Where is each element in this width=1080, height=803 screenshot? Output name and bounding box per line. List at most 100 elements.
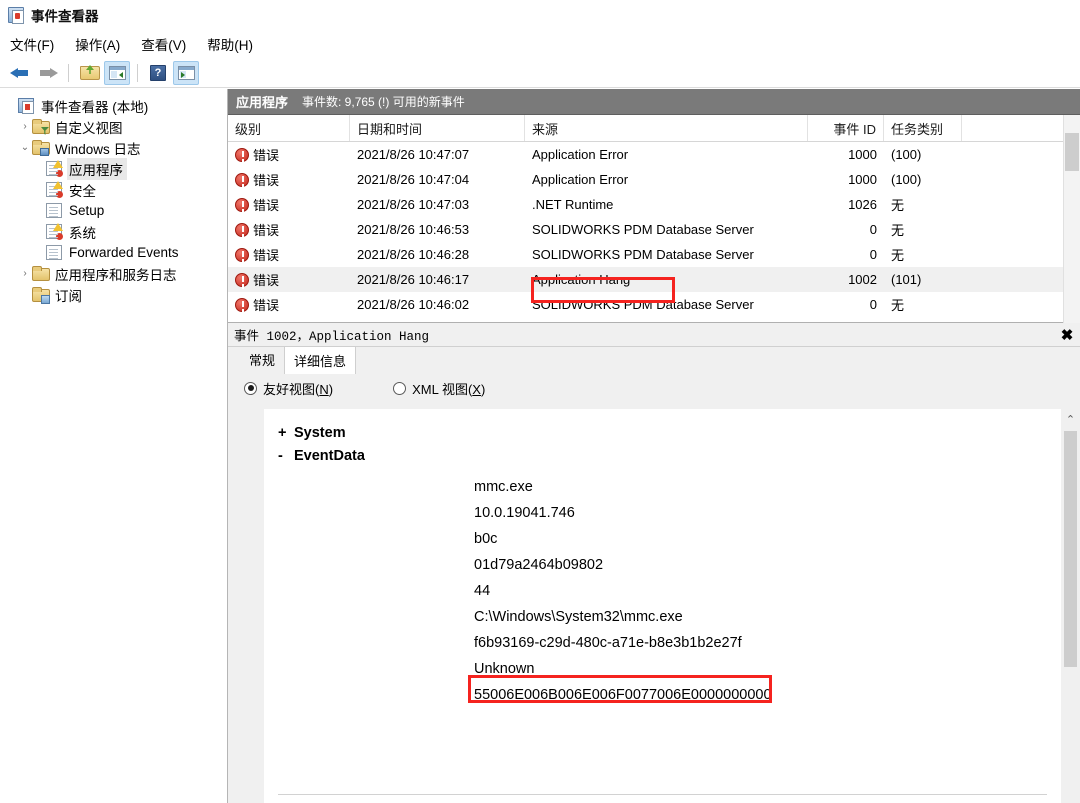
cell-level: 错误 [228, 245, 350, 264]
table-row[interactable]: 错误 2021/8/26 10:47:07 Application Error … [228, 142, 1080, 167]
radio-button-icon[interactable] [393, 382, 406, 395]
collapse-minus-icon[interactable]: - [278, 448, 294, 464]
table-row[interactable]: 错误 2021/8/26 10:46:28 SOLIDWORKS PDM Dat… [228, 242, 1080, 267]
cell-event-id: 1000 [808, 147, 884, 162]
detail-node-system[interactable]: + System [278, 425, 1051, 441]
level-text: 错误 [253, 295, 279, 314]
tree-item-windows-logs[interactable]: ⌄ Windows 日志 [0, 137, 227, 158]
cell-source: SOLIDWORKS PDM Database Server [525, 222, 808, 237]
column-header-task-category[interactable]: 任务类别 [884, 115, 962, 141]
tree-item-security[interactable]: 安全 [0, 179, 227, 200]
column-header-level[interactable]: 级别 [228, 115, 350, 141]
cell-datetime: 2021/8/26 10:46:28 [350, 247, 525, 262]
radio-friendly-view[interactable]: 友好视图(N) [244, 379, 333, 398]
cell-source: Application Error [525, 147, 808, 162]
column-header-source[interactable]: 来源 [525, 115, 808, 141]
cell-task-category: (101) [884, 272, 962, 287]
center-pane: 应用程序 事件数: 9,765 (!) 可用的新事件 级别 日期和时间 来源 事… [228, 89, 1080, 803]
column-header-datetime[interactable]: 日期和时间 [350, 115, 525, 141]
detail-node-eventdata[interactable]: - EventData [278, 448, 1051, 464]
event-list-rows[interactable]: 错误 2021/8/26 10:47:07 Application Error … [228, 142, 1080, 322]
window-title-bar: 事件查看器 [0, 0, 1080, 30]
tree-item-event-viewer-root[interactable]: 事件查看器 (本地) [0, 95, 227, 116]
cell-datetime: 2021/8/26 10:47:03 [350, 197, 525, 212]
chevron-right-icon[interactable]: › [18, 268, 32, 279]
error-icon [235, 198, 249, 212]
scrollbar-thumb[interactable] [1064, 431, 1077, 667]
view-mode-options: 友好视图(N) XML 视图(X) [228, 373, 1080, 403]
help-button[interactable]: ? [145, 61, 171, 85]
cell-datetime: 2021/8/26 10:47:04 [350, 172, 525, 187]
tree-item-forwarded-events[interactable]: Forwarded Events [0, 242, 227, 263]
cell-task-category: 无 [884, 220, 962, 239]
tab-details[interactable]: 详细信息 [284, 346, 356, 374]
custom-views-folder-icon [32, 119, 48, 134]
chevron-down-icon[interactable]: ⌄ [18, 142, 32, 153]
menu-item-file[interactable]: 文件(F) [10, 32, 65, 56]
event-viewer-icon [8, 7, 24, 23]
show-hide-tree-pane-button[interactable] [104, 61, 130, 85]
event-detail-content[interactable]: + System - EventData mmc.exe 10.0.19041.… [264, 409, 1061, 803]
table-row[interactable]: 错误 2021/8/26 10:45:26 SOLIDWORKS PDM Dat… [228, 317, 1080, 322]
radio-friendly-view-label: 友好视图(N) [263, 379, 333, 398]
console-tree[interactable]: 事件查看器 (本地) › 自定义视图 ⌄ Windows 日志 应用程序 安全 [0, 89, 228, 803]
error-icon [235, 248, 249, 262]
menu-item-action[interactable]: 操作(A) [75, 32, 131, 56]
radio-xml-view[interactable]: XML 视图(X) [393, 379, 485, 398]
scrollbar-thumb[interactable] [1065, 133, 1079, 171]
table-row[interactable]: 错误 2021/8/26 10:46:02 SOLIDWORKS PDM Dat… [228, 292, 1080, 317]
close-icon[interactable]: ✖ [1058, 326, 1076, 344]
menu-item-help[interactable]: 帮助(H) [207, 32, 264, 56]
forward-button[interactable] [35, 61, 61, 85]
expand-plus-icon[interactable]: + [278, 425, 294, 441]
event-list-count: 事件数: 9,765 (!) 可用的新事件 [302, 93, 465, 110]
tree-item-subscriptions[interactable]: 订阅 [0, 284, 227, 305]
detail-node-label: System [294, 425, 346, 441]
scroll-up-icon[interactable]: ⌃ [1061, 411, 1080, 428]
toolbar-separator [68, 64, 69, 82]
cell-level: 错误 [228, 295, 350, 314]
security-log-icon [46, 182, 62, 197]
table-row-selected[interactable]: 错误 2021/8/26 10:46:17 Application Hang 1… [228, 267, 1080, 292]
error-icon [235, 148, 249, 162]
tree-item-apps-and-services-logs[interactable]: › 应用程序和服务日志 [0, 263, 227, 284]
forward-arrow-icon [38, 65, 58, 81]
forwarded-events-log-icon [46, 245, 62, 260]
table-row[interactable]: 错误 2021/8/26 10:47:04 Application Error … [228, 167, 1080, 192]
level-text: 错误 [253, 220, 279, 239]
up-one-level-button[interactable] [76, 61, 102, 85]
tree-item-custom-views[interactable]: › 自定义视图 [0, 116, 227, 137]
cell-event-id: 1000 [808, 172, 884, 187]
column-header-event-id[interactable]: 事件 ID [808, 115, 884, 141]
window-title: 事件查看器 [31, 5, 99, 25]
cell-source: .NET Runtime [525, 197, 808, 212]
tree-item-setup[interactable]: Setup [0, 200, 227, 221]
event-list-scrollbar[interactable] [1063, 115, 1080, 323]
cell-level: 错误 [228, 170, 350, 189]
setup-log-icon [46, 203, 62, 218]
event-list[interactable]: 级别 日期和时间 来源 事件 ID 任务类别 错误 2021/8/26 10:4… [228, 115, 1080, 323]
detail-divider [278, 794, 1047, 795]
tree-item-application[interactable]: 应用程序 [0, 158, 227, 179]
event-data-value: f6b93169-c29d-480c-a71e-b8e3b1b2e27f [474, 630, 1051, 656]
cell-event-id: 1026 [808, 197, 884, 212]
menu-item-view[interactable]: 查看(V) [141, 32, 197, 56]
cell-datetime: 2021/8/26 10:46:17 [350, 272, 525, 287]
table-row[interactable]: 错误 2021/8/26 10:47:03 .NET Runtime 1026 … [228, 192, 1080, 217]
radio-button-icon[interactable] [244, 382, 257, 395]
cell-event-id: 0 [808, 247, 884, 262]
event-detail-body: + System - EventData mmc.exe 10.0.19041.… [228, 403, 1080, 803]
level-text: 错误 [253, 145, 279, 164]
event-detail-scrollbar[interactable]: ⌃ [1061, 409, 1080, 803]
back-button[interactable] [7, 61, 33, 85]
tree-item-label: 订阅 [53, 284, 86, 306]
error-icon [235, 273, 249, 287]
table-row[interactable]: 错误 2021/8/26 10:46:53 SOLIDWORKS PDM Dat… [228, 217, 1080, 242]
event-data-value: 44 [474, 578, 1051, 604]
tree-item-system[interactable]: 系统 [0, 221, 227, 242]
show-hide-action-pane-button[interactable] [173, 61, 199, 85]
tab-general[interactable]: 常规 [240, 346, 284, 373]
show-hide-action-pane-icon [178, 66, 195, 80]
cell-datetime: 2021/8/26 10:46:53 [350, 222, 525, 237]
chevron-right-icon[interactable]: › [18, 121, 32, 132]
